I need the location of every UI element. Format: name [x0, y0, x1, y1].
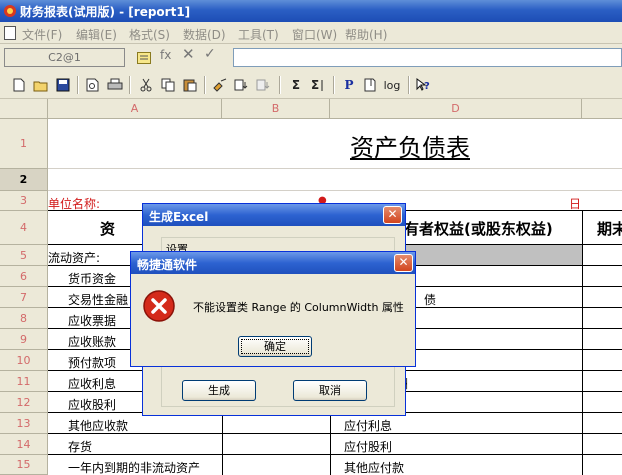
row-header-3[interactable]: 3 [0, 191, 48, 211]
window-title: 财务报表(试用版) - [report1] [20, 5, 191, 19]
row-header-13[interactable]: 13 [0, 413, 48, 434]
format-painter-icon[interactable] [211, 76, 229, 94]
alert-close-button[interactable]: ✕ [394, 254, 413, 272]
menu-window[interactable]: 窗口(W) [292, 26, 337, 43]
help-pointer-icon[interactable]: ? [415, 76, 433, 94]
right-item[interactable]: 应付利息 [344, 417, 392, 434]
right-item[interactable]: 应付股利 [344, 438, 392, 455]
formula-input[interactable] [233, 48, 622, 67]
app-icon [4, 5, 16, 17]
asset-header[interactable]: 资 [100, 218, 115, 239]
open-icon[interactable] [32, 76, 50, 94]
menu-data[interactable]: 数据(D) [183, 26, 226, 43]
insert-row-icon[interactable] [233, 76, 251, 94]
row-header-1[interactable]: 1 [0, 119, 48, 169]
row-header-15[interactable]: 15 [0, 455, 48, 475]
menu-bar: 文件(F) 编辑(E) 格式(S) 数据(D) 工具(T) 窗口(W) 帮助(H… [0, 22, 622, 44]
left-item[interactable]: 应收利息 [68, 375, 116, 392]
parameter-icon[interactable]: P [340, 76, 358, 94]
left-item[interactable]: 其他应收款 [68, 417, 128, 434]
menu-format[interactable]: 格式(S) [129, 26, 170, 43]
left-item[interactable]: 应收股利 [68, 396, 116, 413]
insert-function-icon[interactable] [137, 52, 151, 64]
row-header-10[interactable]: 10 [0, 350, 48, 371]
save-icon[interactable] [54, 76, 72, 94]
current-assets-label[interactable]: 流动资产: [48, 249, 100, 266]
generate-excel-close-button[interactable]: ✕ [383, 206, 402, 224]
equity-header[interactable]: 有者权益(或股东权益) [404, 218, 553, 239]
new-icon[interactable] [10, 76, 28, 94]
copy-icon[interactable] [159, 76, 177, 94]
error-icon [143, 290, 175, 322]
menu-file[interactable]: 文件(F) [22, 26, 62, 43]
row-header-14[interactable]: 14 [0, 434, 48, 455]
alert-dialog: 畅捷通软件 ✕ 不能设置类 Range 的 ColumnWidth 属性 确定 [130, 251, 416, 367]
svg-text:Σ: Σ [311, 78, 319, 92]
right-item[interactable]: 债 [424, 291, 436, 308]
left-item[interactable]: 一年内到期的非流动资产 [68, 459, 200, 475]
period-end-header[interactable]: 期末 [597, 218, 622, 239]
svg-text:?: ? [424, 81, 430, 92]
column-header-e[interactable] [582, 99, 622, 119]
report-title[interactable]: 资产负债表 [350, 128, 470, 163]
left-item[interactable]: 货币资金 [68, 270, 116, 287]
menu-tools[interactable]: 工具(T) [238, 26, 279, 43]
formula-bar: C2@1 fx ✕ ✓ [0, 44, 622, 71]
ok-button[interactable]: 确定 [238, 336, 312, 357]
row-header-12[interactable]: 12 [0, 392, 48, 413]
left-item[interactable]: 应收账款 [68, 333, 116, 350]
cell-reference-box[interactable]: C2@1 [4, 48, 125, 67]
paste-icon[interactable] [181, 76, 199, 94]
generate-button[interactable]: 生成 [182, 380, 256, 401]
toolbar: Σ Σ P log ? [0, 71, 622, 99]
row-header-7[interactable]: 7 [0, 287, 48, 308]
document-icon [4, 26, 16, 40]
cancel-button[interactable]: 取消 [293, 380, 367, 401]
delete-row-icon[interactable] [255, 76, 273, 94]
bookmark-icon[interactable] [361, 76, 379, 94]
print-icon[interactable] [106, 76, 124, 94]
menu-help[interactable]: 帮助(H) [345, 26, 387, 43]
left-item[interactable]: 存货 [68, 438, 92, 455]
grid-corner[interactable] [0, 99, 48, 119]
left-item[interactable]: 预付款项 [68, 354, 116, 371]
cut-icon[interactable] [137, 76, 155, 94]
row-header-6[interactable]: 6 [0, 266, 48, 287]
row-header-5[interactable]: 5 [0, 245, 48, 266]
row-header-8[interactable]: 8 [0, 308, 48, 329]
column-header-a[interactable]: A [48, 99, 222, 119]
alert-title-bar[interactable]: 畅捷通软件 ✕ [131, 252, 415, 274]
row-header-2[interactable]: 2 [0, 169, 48, 191]
confirm-formula-icon[interactable]: ✓ [204, 46, 216, 62]
left-item[interactable]: 应收票据 [68, 312, 116, 329]
cancel-formula-icon[interactable]: ✕ [182, 45, 195, 63]
right-item[interactable]: 其他应付款 [344, 459, 404, 475]
row-header-4[interactable]: 4 [0, 211, 48, 245]
date-suffix[interactable]: 日 [569, 195, 581, 212]
sum-column-icon[interactable]: Σ [309, 76, 327, 94]
log-icon[interactable]: log [383, 76, 401, 94]
row-header-11[interactable]: 11 [0, 371, 48, 392]
print-preview-icon[interactable] [84, 76, 102, 94]
generate-excel-title-bar[interactable]: 生成Excel ✕ [143, 204, 405, 226]
alert-message: 不能设置类 Range 的 ColumnWidth 属性 [193, 301, 404, 314]
column-header-b[interactable]: B [222, 99, 330, 119]
column-header-d[interactable]: D [330, 99, 582, 119]
row-header-9[interactable]: 9 [0, 329, 48, 350]
left-item[interactable]: 交易性金融 [68, 291, 128, 308]
unit-name-label[interactable]: 单位名称: [48, 195, 100, 212]
alert-title: 畅捷通软件 [137, 258, 198, 272]
fx-icon[interactable]: fx [160, 48, 171, 62]
title-bar: 财务报表(试用版) - [report1] [0, 0, 622, 22]
sum-icon[interactable]: Σ [287, 76, 305, 94]
menu-edit[interactable]: 编辑(E) [76, 26, 117, 43]
generate-excel-title: 生成Excel [149, 210, 209, 224]
